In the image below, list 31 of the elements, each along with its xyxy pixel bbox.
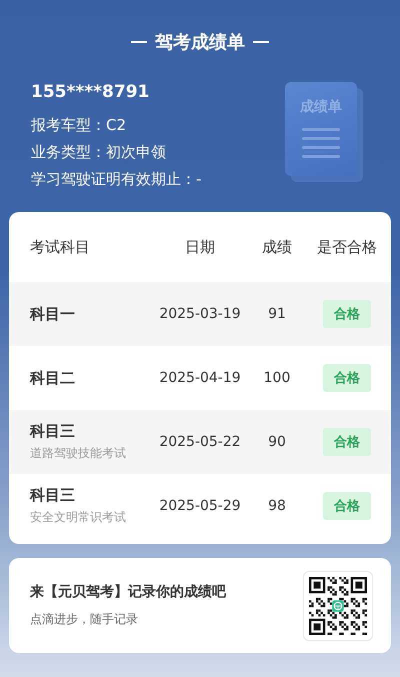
qr-code [309,576,367,634]
column-header: 考试科目 [29,238,91,256]
subject-text: 科目三 [30,422,76,441]
result-tag: 合格 [323,492,371,520]
column-header: 日期 [184,238,216,256]
column-header: 是否合格 [316,238,378,256]
promo-headline: 来【元贝驾考】记录你的成绩吧 [30,583,226,601]
phone-number: 155****8791 [31,82,150,102]
date-cell-text: 2025-03-19 [158,306,242,322]
subject-text: 科目三 [30,486,76,505]
document-illustration: 成绩单 [285,82,357,176]
score-cell-text: 90 [267,434,287,450]
promo-subline: 点滴进步，随手记录 [30,611,139,628]
page-title: 驾考成绩单 [155,31,245,54]
score-cell-text: 100 [262,370,292,386]
info-text: 学习驾驶证明有效期止：- [31,170,202,189]
subject-text: 科目二 [30,368,76,388]
date-cell-text: 2025-05-22 [158,434,242,450]
date-cell-text: 2025-04-19 [158,370,242,386]
result-tag: 合格 [323,428,371,456]
score-cell-text: 98 [267,498,287,514]
result-tag: 合格 [323,300,371,328]
info-text: 业务类型：初次申领 [31,143,167,162]
result-tag: 合格 [323,364,371,392]
subject-text: 科目一 [30,304,76,324]
info-text: 报考车型：C2 [31,116,128,135]
subject-subtitle: 安全文明常识考试 [30,509,127,526]
column-header: 成绩 [261,238,293,256]
score-cell-text: 91 [267,306,287,322]
subject-subtitle: 道路驾驶技能考试 [30,445,127,462]
date-cell-text: 2025-05-29 [158,498,242,514]
